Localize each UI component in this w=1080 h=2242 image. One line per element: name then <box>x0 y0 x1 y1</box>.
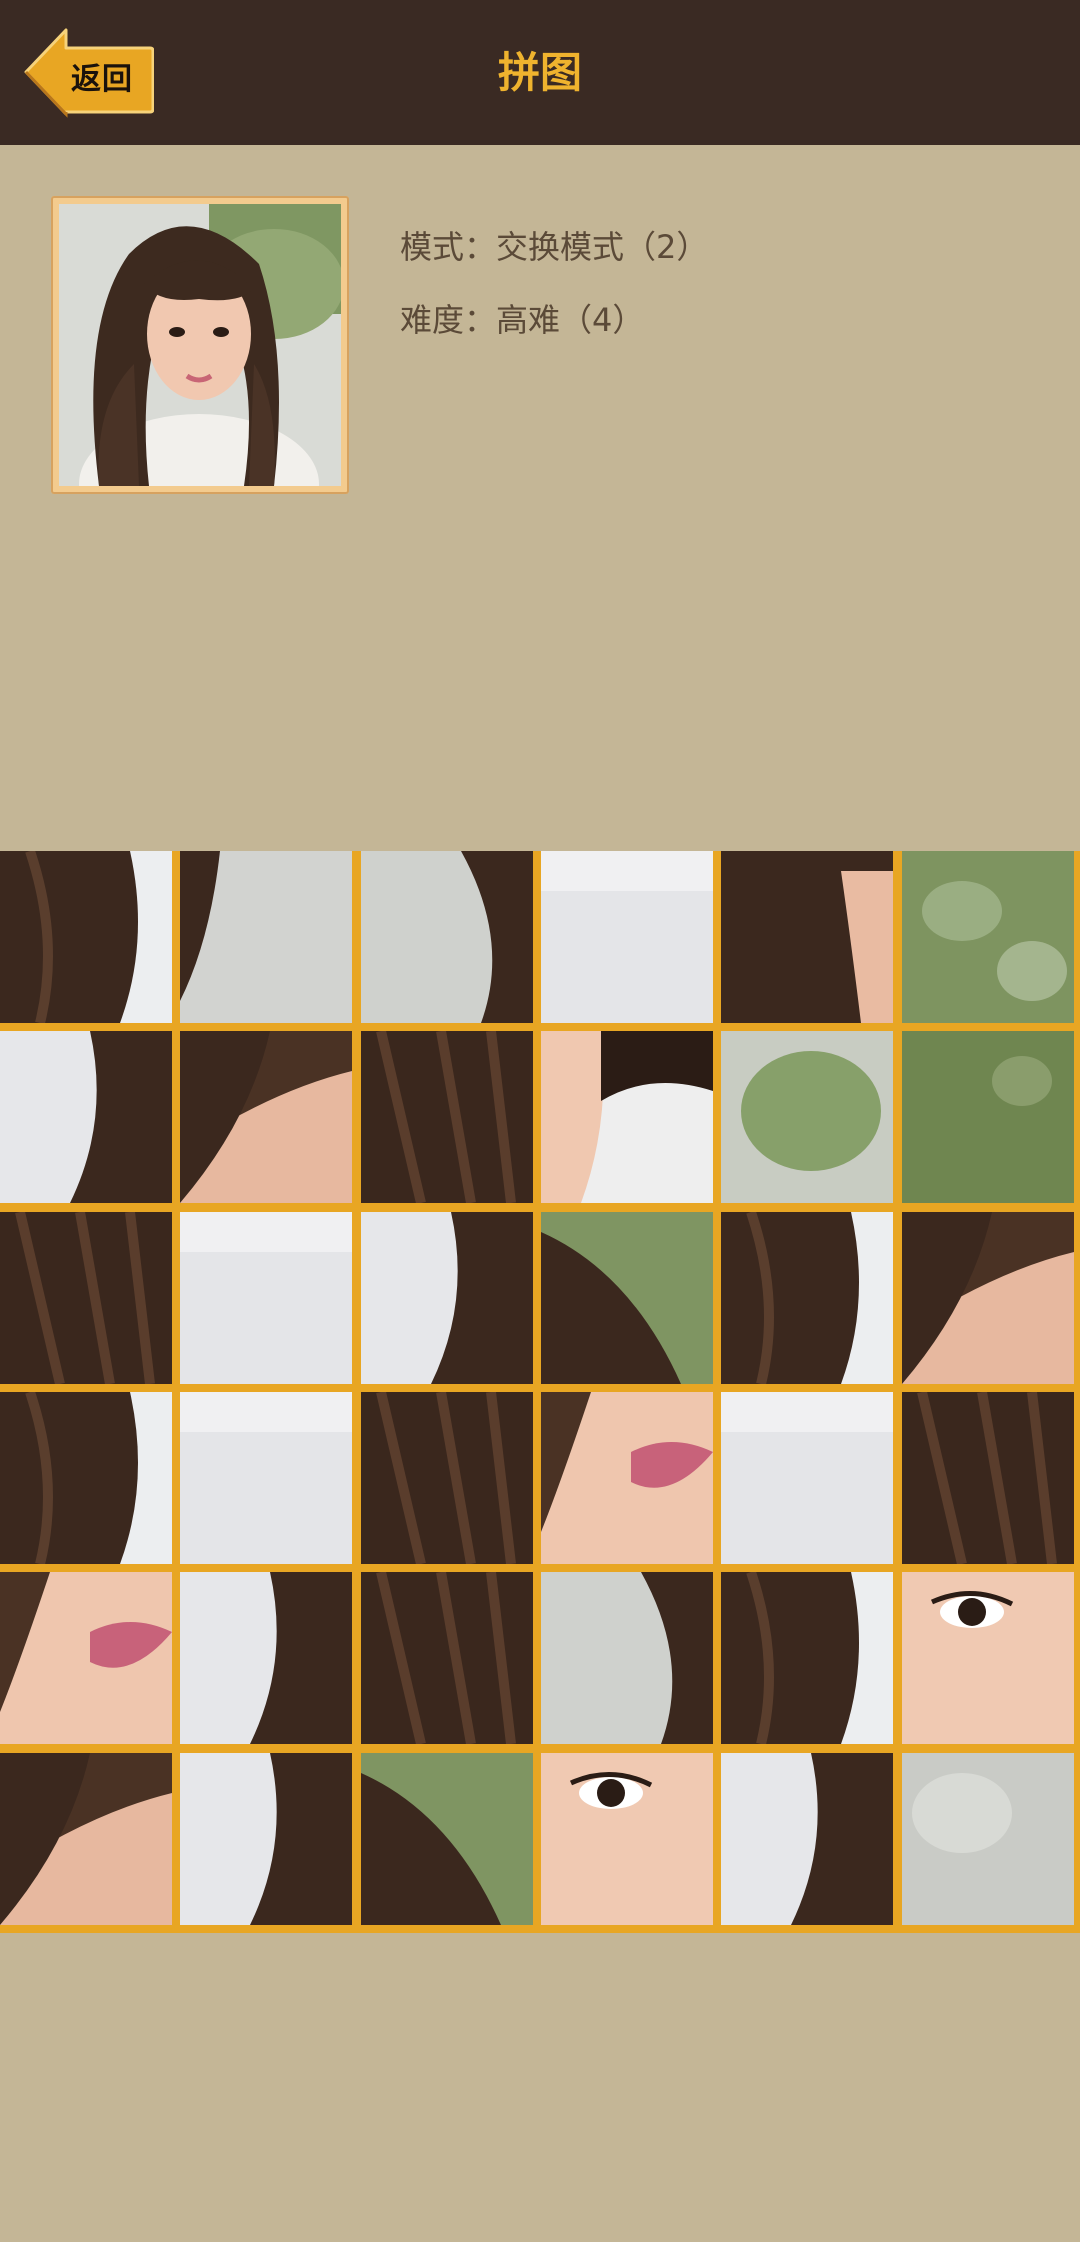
mode-info: 模式：交换模式（2） <box>400 222 708 268</box>
difficulty-info: 难度：高难（4） <box>400 295 644 341</box>
puzzle-tile[interactable] <box>541 1031 713 1203</box>
difficulty-label: 难度： <box>400 301 497 339</box>
tile-image <box>721 1753 893 1925</box>
puzzle-tile[interactable] <box>541 1212 713 1384</box>
tile-image <box>902 1031 1074 1203</box>
portrait-image <box>59 204 341 486</box>
tile-image <box>902 1392 1074 1564</box>
tile-image <box>180 1031 352 1203</box>
puzzle-tile[interactable] <box>721 1572 893 1744</box>
puzzle-tile[interactable] <box>0 1392 172 1564</box>
puzzle-tile[interactable] <box>541 1753 713 1925</box>
back-label: 返回 <box>71 62 133 97</box>
puzzle-tile[interactable] <box>361 1031 533 1203</box>
puzzle-tile[interactable] <box>180 1572 352 1744</box>
tile-image <box>541 1392 713 1564</box>
tile-image <box>541 1753 713 1925</box>
puzzle-tile[interactable] <box>541 851 713 1023</box>
tile-image <box>541 1031 713 1203</box>
puzzle-tile[interactable] <box>361 851 533 1023</box>
puzzle-tile[interactable] <box>361 1392 533 1564</box>
tile-image <box>180 851 352 1023</box>
tile-image <box>180 1753 352 1925</box>
back-button[interactable]: 返回 <box>22 26 154 118</box>
tile-image <box>541 851 713 1023</box>
puzzle-tile[interactable] <box>902 1031 1074 1203</box>
puzzle-tile[interactable] <box>902 1392 1074 1564</box>
puzzle-tile[interactable] <box>361 1572 533 1744</box>
tile-image <box>361 1753 533 1925</box>
top-bar: 拼图 返回 <box>0 0 1080 145</box>
mode-value: 交换模式（2） <box>496 228 709 266</box>
puzzle-tile[interactable] <box>180 1753 352 1925</box>
tile-image <box>541 1572 713 1744</box>
tile-image <box>721 1572 893 1744</box>
tile-image <box>361 1031 533 1203</box>
puzzle-tile[interactable] <box>902 1212 1074 1384</box>
puzzle-tile[interactable] <box>541 1392 713 1564</box>
puzzle-tile[interactable] <box>541 1572 713 1744</box>
tile-image <box>0 851 172 1023</box>
mode-label: 模式： <box>400 228 497 266</box>
tile-image <box>541 1212 713 1384</box>
tile-image <box>721 1031 893 1203</box>
puzzle-tile[interactable] <box>902 1753 1074 1925</box>
puzzle-tile[interactable] <box>721 851 893 1023</box>
puzzle-tile[interactable] <box>0 851 172 1023</box>
puzzle-tile[interactable] <box>180 1392 352 1564</box>
page-title: 拼图 <box>497 48 582 97</box>
tile-image <box>180 1392 352 1564</box>
difficulty-value: 高难（4） <box>496 301 645 339</box>
preview-thumbnail <box>51 196 349 494</box>
puzzle-tile[interactable] <box>0 1572 172 1744</box>
puzzle-tile[interactable] <box>180 1212 352 1384</box>
puzzle-tile[interactable] <box>180 1031 352 1203</box>
puzzle-tile[interactable] <box>902 1572 1074 1744</box>
puzzle-tile[interactable] <box>361 1212 533 1384</box>
tile-image <box>0 1753 172 1925</box>
puzzle-tile[interactable] <box>0 1753 172 1925</box>
tile-image <box>361 1572 533 1744</box>
tile-image <box>0 1572 172 1744</box>
tile-image <box>0 1392 172 1564</box>
puzzle-tile[interactable] <box>721 1753 893 1925</box>
tile-image <box>0 1212 172 1384</box>
tile-image <box>902 1753 1074 1925</box>
puzzle-tile[interactable] <box>721 1212 893 1384</box>
puzzle-tile[interactable] <box>902 851 1074 1023</box>
tile-image <box>180 1572 352 1744</box>
puzzle-tile[interactable] <box>0 1031 172 1203</box>
tile-image <box>721 851 893 1023</box>
tile-image <box>180 1212 352 1384</box>
puzzle-tile[interactable] <box>0 1212 172 1384</box>
tile-image <box>902 1572 1074 1744</box>
tile-image <box>902 851 1074 1023</box>
tile-image <box>721 1392 893 1564</box>
tile-image <box>361 1212 533 1384</box>
puzzle-tile[interactable] <box>721 1392 893 1564</box>
puzzle-board <box>0 851 1080 1933</box>
puzzle-tile[interactable] <box>721 1031 893 1203</box>
tile-image <box>361 1392 533 1564</box>
puzzle-tile[interactable] <box>361 1753 533 1925</box>
tile-image <box>0 1031 172 1203</box>
puzzle-tile[interactable] <box>180 851 352 1023</box>
tile-image <box>721 1212 893 1384</box>
tile-image <box>361 851 533 1023</box>
tile-image <box>902 1212 1074 1384</box>
